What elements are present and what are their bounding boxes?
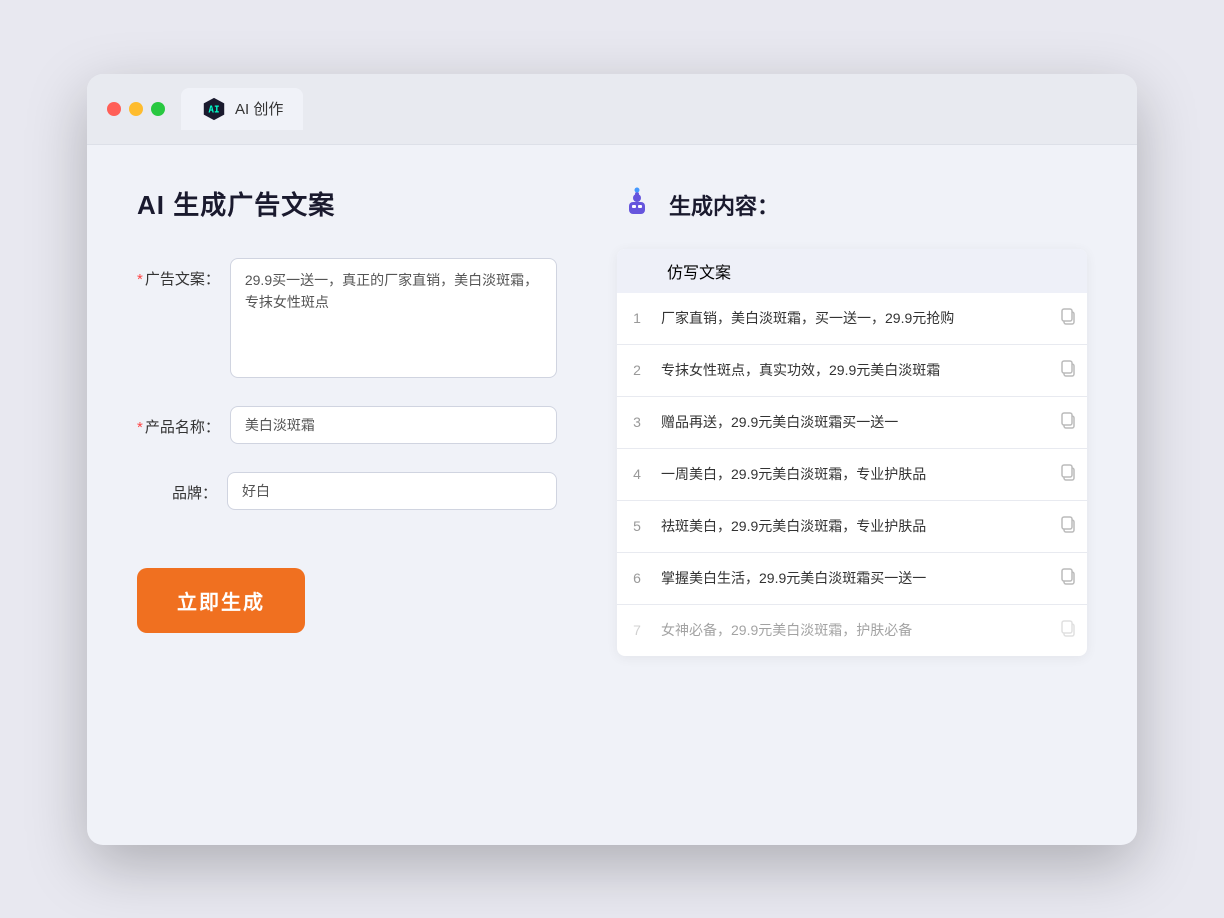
copy-icon[interactable]	[1059, 463, 1077, 486]
page-title: AI 生成广告文案	[137, 185, 557, 222]
required-star-2: *	[137, 419, 143, 436]
ai-tab-icon: AI	[201, 96, 227, 122]
adcopy-label: *广告文案：	[137, 258, 220, 289]
minimize-button[interactable]	[129, 102, 143, 116]
close-button[interactable]	[107, 102, 121, 116]
result-row: 7 女神必备，29.9元美白淡斑霜，护肤必备	[617, 605, 1087, 656]
svg-text:AI: AI	[208, 104, 219, 115]
product-name-field-group: *产品名称：	[137, 406, 557, 444]
right-header: 生成内容：	[617, 185, 1087, 225]
tab-ai-creation[interactable]: AI AI 创作	[181, 88, 303, 130]
adcopy-field-group: *广告文案： 29.9买一送一，真正的厂家直销，美白淡斑霜，专抹女性斑点	[137, 258, 557, 378]
row-number: 3	[627, 414, 647, 430]
copy-icon[interactable]	[1059, 359, 1077, 382]
traffic-lights	[107, 102, 165, 116]
row-number: 6	[627, 570, 647, 586]
generate-button[interactable]: 立即生成	[137, 568, 305, 633]
row-text: 女神必备，29.9元美白淡斑霜，护肤必备	[661, 620, 1045, 641]
result-row: 5 祛斑美白，29.9元美白淡斑霜，专业护肤品	[617, 501, 1087, 553]
row-text: 赠品再送，29.9元美白淡斑霜买一送一	[661, 412, 1045, 433]
result-row: 1 厂家直销，美白淡斑霜，买一送一，29.9元抢购	[617, 293, 1087, 345]
row-number: 4	[627, 466, 647, 482]
brand-label: 品牌：	[137, 472, 217, 503]
results-title: 生成内容：	[669, 189, 779, 221]
brand-input[interactable]	[227, 472, 557, 510]
copy-icon[interactable]	[1059, 411, 1077, 434]
row-number: 1	[627, 310, 647, 326]
right-panel: 生成内容： 仿写文案 1 厂家直销，美白淡斑霜，买一送一，29.9元抢购 2 专抹女…	[617, 185, 1087, 805]
title-bar: AI AI 创作	[87, 74, 1137, 145]
column-header-label: 仿写文案	[667, 265, 731, 282]
results-table-header: 仿写文案	[617, 249, 1087, 293]
result-row: 4 一周美白，29.9元美白淡斑霜，专业护肤品	[617, 449, 1087, 501]
results-list: 1 厂家直销，美白淡斑霜，买一送一，29.9元抢购 2 专抹女性斑点，真实功效，29…	[617, 293, 1087, 656]
tab-label: AI 创作	[235, 98, 283, 119]
row-number: 7	[627, 622, 647, 638]
required-star-1: *	[137, 271, 143, 288]
maximize-button[interactable]	[151, 102, 165, 116]
row-text: 祛斑美白，29.9元美白淡斑霜，专业护肤品	[661, 516, 1045, 537]
adcopy-textarea[interactable]: 29.9买一送一，真正的厂家直销，美白淡斑霜，专抹女性斑点	[230, 258, 557, 378]
row-text: 掌握美白生活，29.9元美白淡斑霜买一送一	[661, 568, 1045, 589]
result-row: 2 专抹女性斑点，真实功效，29.9元美白淡斑霜	[617, 345, 1087, 397]
content-area: AI 生成广告文案 *广告文案： 29.9买一送一，真正的厂家直销，美白淡斑霜，…	[87, 145, 1137, 845]
result-row: 6 掌握美白生活，29.9元美白淡斑霜买一送一	[617, 553, 1087, 605]
product-name-input[interactable]	[230, 406, 557, 444]
row-number: 2	[627, 362, 647, 378]
robot-icon	[617, 185, 657, 225]
result-row: 3 赠品再送，29.9元美白淡斑霜买一送一	[617, 397, 1087, 449]
copy-icon[interactable]	[1059, 307, 1077, 330]
results-container: 仿写文案 1 厂家直销，美白淡斑霜，买一送一，29.9元抢购 2 专抹女性斑点，真实…	[617, 249, 1087, 656]
product-name-label: *产品名称：	[137, 406, 220, 437]
copy-icon[interactable]	[1059, 619, 1077, 642]
browser-window: AI AI 创作 AI 生成广告文案 *广告文案： 29.9买一送一，真正的厂家…	[87, 74, 1137, 845]
left-panel: AI 生成广告文案 *广告文案： 29.9买一送一，真正的厂家直销，美白淡斑霜，…	[137, 185, 557, 805]
row-text: 一周美白，29.9元美白淡斑霜，专业护肤品	[661, 464, 1045, 485]
row-number: 5	[627, 518, 647, 534]
row-text: 专抹女性斑点，真实功效，29.9元美白淡斑霜	[661, 360, 1045, 381]
copy-icon[interactable]	[1059, 515, 1077, 538]
copy-icon[interactable]	[1059, 567, 1077, 590]
brand-field-group: 品牌：	[137, 472, 557, 510]
row-text: 厂家直销，美白淡斑霜，买一送一，29.9元抢购	[661, 308, 1045, 329]
